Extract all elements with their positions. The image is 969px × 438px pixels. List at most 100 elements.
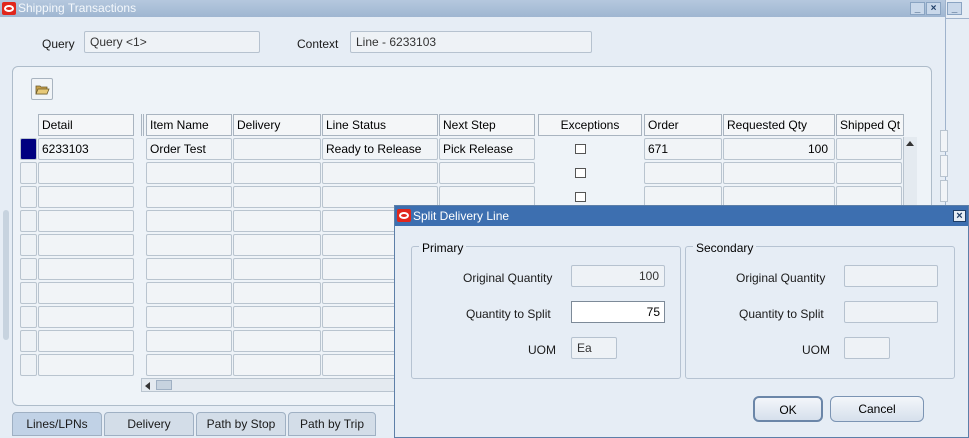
scroll-up-icon[interactable] [906,141,914,146]
col-header-exceptions[interactable]: Exceptions [538,114,642,136]
cell-shipped-qty[interactable] [836,138,902,160]
table-cell[interactable] [146,162,232,184]
table-cell[interactable] [38,282,134,304]
split-delivery-line-dialog: Split Delivery Line × Primary Original Q… [394,205,969,438]
context-label: Context [297,37,339,51]
table-cell[interactable] [322,162,438,184]
scroll-thumb[interactable] [156,380,172,390]
table-cell[interactable] [233,162,321,184]
dialog-title: Split Delivery Line [413,209,510,223]
dialog-close-icon[interactable]: × [953,210,966,222]
horizontal-scrollbar[interactable] [141,378,401,392]
table-cell[interactable] [38,186,134,208]
cell-requested-qty[interactable]: 100 [723,138,835,160]
row-selector[interactable] [20,234,37,256]
secondary-uom-label: UOM [802,343,830,357]
row-selector[interactable] [20,354,37,376]
folder-icon[interactable] [31,78,53,100]
col-header-order[interactable]: Order [644,114,722,136]
cell-order[interactable]: 671 [644,138,722,160]
tab-delivery[interactable]: Delivery [104,412,194,436]
col-header-item-name[interactable]: Item Name [146,114,232,136]
table-cell[interactable] [146,306,232,328]
row-selector[interactable] [20,138,37,160]
col-header-line-status[interactable]: Line Status [322,114,438,136]
table-cell[interactable] [233,282,321,304]
row-selector[interactable] [20,282,37,304]
left-scroll-indicator [3,210,9,340]
close-icon[interactable]: × [926,2,941,15]
col-header-detail[interactable]: Detail [38,114,134,136]
ok-button[interactable]: OK [753,396,823,422]
exceptions-checkbox[interactable] [575,168,586,178]
table-cell[interactable] [439,162,535,184]
table-cell[interactable] [38,162,134,184]
query-label: Query [42,37,75,51]
context-field[interactable]: Line - 6233103 [350,31,592,53]
table-cell[interactable] [38,210,134,232]
table-cell[interactable] [38,306,134,328]
table-cell[interactable] [644,162,722,184]
table-cell[interactable] [233,258,321,280]
table-cell[interactable] [836,162,902,184]
row-selector[interactable] [20,258,37,280]
table-cell[interactable] [233,210,321,232]
dialog-titlebar: Split Delivery Line × [395,206,968,226]
side-field[interactable] [940,180,948,202]
col-header-requested-qty[interactable]: Requested Qty [723,114,835,136]
col-header-delivery[interactable]: Delivery [233,114,321,136]
side-field[interactable] [940,130,948,152]
secondary-original-qty-label: Original Quantity [736,271,826,285]
tab-path-by-trip[interactable]: Path by Trip [288,412,376,436]
table-cell[interactable] [38,354,134,376]
table-cell[interactable] [233,186,321,208]
table-cell[interactable] [146,330,232,352]
col-header-shipped-qty[interactable]: Shipped Qt [836,114,904,136]
column-divider [141,114,144,136]
table-cell[interactable] [233,354,321,376]
exceptions-checkbox[interactable] [575,192,586,202]
row-selector[interactable] [20,306,37,328]
exceptions-checkbox[interactable] [575,144,586,154]
primary-qty-to-split-label: Quantity to Split [466,307,551,321]
cell-item-name[interactable]: Order Test [146,138,232,160]
table-cell[interactable] [38,234,134,256]
table-cell[interactable] [38,330,134,352]
secondary-qty-to-split-field [844,301,938,323]
tab-lines-lpns[interactable]: Lines/LPNs [12,412,102,436]
table-cell[interactable] [233,306,321,328]
secondary-qty-to-split-label: Quantity to Split [739,307,824,321]
cancel-button[interactable]: Cancel [830,396,924,422]
window-titlebar: Shipping Transactions _ × [0,0,945,17]
table-cell[interactable] [38,258,134,280]
oracle-logo-icon [397,209,411,222]
side-field[interactable] [940,155,948,177]
cell-delivery[interactable] [233,138,321,160]
row-selector[interactable] [20,186,37,208]
primary-qty-to-split-input[interactable]: 75 [571,301,665,323]
cell-next-step[interactable]: Pick Release [439,138,535,160]
primary-uom-label: UOM [528,343,556,357]
table-cell[interactable] [233,330,321,352]
table-cell[interactable] [146,186,232,208]
row-selector[interactable] [20,330,37,352]
tab-path-by-stop[interactable]: Path by Stop [196,412,286,436]
table-cell[interactable] [146,282,232,304]
bg-minimize-icon[interactable]: _ [947,2,962,15]
cell-detail[interactable]: 6233103 [38,138,134,160]
primary-original-qty-label: Original Quantity [463,271,553,285]
col-header-next-step[interactable]: Next Step [439,114,535,136]
scroll-left-icon[interactable] [145,382,150,390]
table-cell[interactable] [146,258,232,280]
primary-original-qty-field: 100 [571,265,665,287]
table-cell[interactable] [146,354,232,376]
cell-line-status[interactable]: Ready to Release [322,138,438,160]
table-cell[interactable] [233,234,321,256]
table-cell[interactable] [723,162,835,184]
table-cell[interactable] [146,234,232,256]
table-cell[interactable] [146,210,232,232]
minimize-icon[interactable]: _ [910,2,925,15]
row-selector[interactable] [20,210,37,232]
row-selector[interactable] [20,162,37,184]
query-field[interactable]: Query <1> [84,31,260,53]
